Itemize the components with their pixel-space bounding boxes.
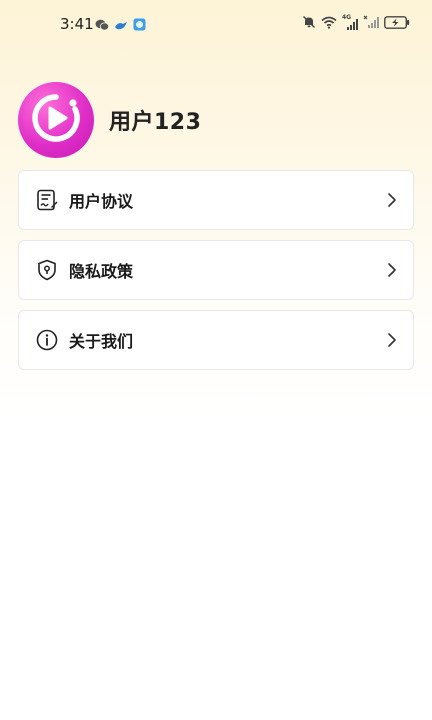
circle-app-icon: [133, 16, 146, 35]
menu-item-user-agreement[interactable]: 用户协议: [18, 170, 414, 230]
bird-app-icon: [114, 16, 128, 35]
agreement-document-icon: [35, 188, 59, 212]
chevron-right-icon: [385, 191, 399, 209]
status-time: 3:41: [60, 15, 94, 33]
settings-menu: 用户协议 隐私政策 关于我们: [18, 170, 414, 380]
wifi-icon: [321, 14, 337, 33]
mute-bell-icon: [302, 14, 316, 33]
notification-icons: [95, 16, 146, 35]
menu-item-label: 隐私政策: [69, 262, 134, 281]
info-circle-icon: [35, 328, 59, 352]
system-icons: 4G: [302, 14, 410, 33]
status-bar: 3:41 4G: [0, 0, 432, 48]
play-circle-icon: [30, 92, 82, 148]
wechat-icon: [95, 16, 110, 35]
username: 用户123: [109, 110, 202, 135]
menu-item-privacy-policy[interactable]: 隐私政策: [18, 240, 414, 300]
menu-item-about-us[interactable]: 关于我们: [18, 310, 414, 370]
battery-charging-icon: [384, 14, 410, 33]
profile-header: 用户123: [18, 82, 201, 158]
menu-item-label: 关于我们: [69, 332, 134, 351]
avatar[interactable]: [18, 82, 94, 158]
chevron-right-icon: [385, 331, 399, 349]
privacy-shield-icon: [35, 258, 59, 282]
chevron-right-icon: [385, 261, 399, 279]
signal-4g-icon: 4G: [342, 14, 358, 31]
menu-item-label: 用户协议: [69, 192, 134, 211]
signal-no-sim-icon: [363, 14, 379, 33]
